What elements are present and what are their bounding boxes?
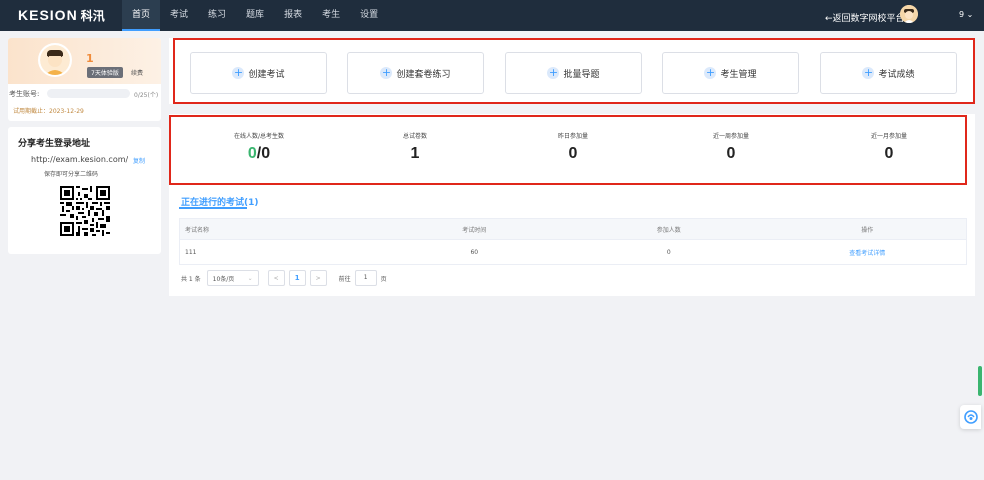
- next-page-button[interactable]: >: [309, 270, 327, 286]
- stat-month-label: 近一月参加量: [870, 133, 907, 140]
- kesion-logo[interactable]: KESION 科汛: [18, 7, 105, 24]
- prev-page-button[interactable]: <: [267, 270, 285, 286]
- qr-code[interactable]: [60, 186, 110, 236]
- plus-icon: +: [380, 66, 393, 79]
- trial-badge: 7天体验版: [87, 67, 123, 78]
- profile-username: 1: [86, 52, 94, 65]
- user-avatar[interactable]: [900, 5, 918, 23]
- stat-yesterday-label: 昨日参加量: [557, 133, 588, 140]
- stat-total-exams: 总试卷数 1: [345, 131, 485, 163]
- stat-online-label: 在线人数/总考生数: [233, 133, 285, 140]
- plus-icon: +: [862, 66, 875, 79]
- share-card: 分享考生登录地址 http://exam.kesion.com/c 复制 保存即…: [8, 127, 161, 254]
- view-exam-details-link[interactable]: 查看考试详情: [769, 248, 967, 257]
- table-header: 考试名称 考试时间 参加人数 操作: [180, 219, 966, 240]
- stat-total-exams-value: 1: [410, 145, 420, 162]
- chevron-right-icon: >: [315, 274, 321, 282]
- trial-expire-date: 试用期截止：2023-12-29: [13, 108, 84, 115]
- stat-online: 在线人数/总考生数 0/0: [189, 131, 329, 163]
- stat-total-exams-label: 总试卷数: [402, 133, 427, 140]
- create-paper-practice-button[interactable]: + 创建套卷练习: [347, 52, 484, 94]
- share-title: 分享考生登录地址: [18, 139, 91, 149]
- renew-link[interactable]: 续费: [131, 68, 143, 77]
- create-exam-button[interactable]: + 创建考试: [190, 52, 327, 94]
- create-exam-label: 创建考试: [248, 69, 285, 80]
- profile-avatar: [38, 43, 72, 77]
- exam-scores-button[interactable]: + 考试成绩: [820, 52, 957, 94]
- profile-banner: [8, 38, 161, 84]
- nav-candidates[interactable]: 考生: [312, 0, 350, 31]
- share-hint: 保存即可分享二维码: [44, 171, 99, 178]
- exam-scores-label: 考试成绩: [878, 69, 915, 80]
- table-row: 111 60 0 查看考试详情: [180, 240, 966, 264]
- cell-exam-name: 111: [185, 248, 197, 256]
- cell-exam-time: 60: [470, 248, 479, 256]
- col-actions: 操作: [861, 226, 874, 234]
- customer-service-button[interactable]: [960, 405, 981, 429]
- user-menu[interactable]: 9 ⌄: [959, 10, 973, 19]
- chevron-down-icon: ⌄: [247, 274, 253, 282]
- nav-settings[interactable]: 设置: [350, 0, 388, 31]
- nav-reports[interactable]: 报表: [274, 0, 312, 31]
- main-nav: 首页 考试 练习 题库 报表 考生 设置: [122, 0, 388, 31]
- candidate-management-label: 考生管理: [720, 69, 757, 80]
- tab-active-indicator: [179, 207, 247, 209]
- page-size-value: 10条/页: [212, 275, 235, 283]
- share-url: http://exam.kesion.com/c: [31, 155, 128, 164]
- plus-icon: +: [704, 66, 717, 79]
- stat-week-label: 近一周参加量: [712, 133, 749, 140]
- copy-url-button[interactable]: 复制: [133, 156, 145, 165]
- side-scroll-indicator[interactable]: [978, 366, 982, 396]
- batch-import-label: 批量导题: [563, 69, 600, 80]
- nav-question-bank[interactable]: 题库: [236, 0, 274, 31]
- goto-page-input[interactable]: 1: [354, 270, 377, 286]
- pagination: 共 1 条 10条/页 ⌄ < 1 > 前往 1 页: [181, 270, 387, 286]
- col-participants: 参加人数: [656, 226, 681, 234]
- page-size-select[interactable]: 10条/页 ⌄: [206, 270, 259, 286]
- nav-exam[interactable]: 考试: [160, 0, 198, 31]
- nav-practice[interactable]: 练习: [198, 0, 236, 31]
- total-count: 共 1 条: [181, 275, 201, 283]
- page-number-current[interactable]: 1: [288, 270, 306, 286]
- goto-label: 前往: [338, 275, 351, 283]
- stat-week: 近一周参加量 0: [661, 131, 801, 163]
- stat-week-value: 0: [726, 145, 736, 162]
- top-navbar: KESION 科汛 首页 考试 练习 题库 报表 考生 设置 ←返回数字网校平台 …: [0, 0, 984, 31]
- goto-unit: 页: [380, 275, 387, 283]
- nav-home[interactable]: 首页: [122, 0, 161, 31]
- running-exams-table: 考试名称 考试时间 参加人数 操作 111 60 0 查看考试详情: [179, 218, 967, 265]
- cell-participants: 0: [666, 248, 671, 256]
- stat-online-value: 0/0: [247, 145, 271, 162]
- stat-month-value: 0: [884, 145, 894, 162]
- col-exam-name: 考试名称: [185, 226, 210, 234]
- candidate-management-button[interactable]: + 考生管理: [662, 52, 799, 94]
- account-label: 考生账号:: [9, 90, 40, 98]
- create-paper-practice-label: 创建套卷练习: [396, 69, 451, 80]
- plus-icon: +: [232, 66, 245, 79]
- batch-import-button[interactable]: + 批量导题: [505, 52, 642, 94]
- customer-service-icon: [963, 410, 978, 424]
- account-count: 0/25(个): [134, 92, 159, 99]
- stat-yesterday: 昨日参加量 0: [503, 131, 643, 163]
- back-to-platform-link[interactable]: ←返回数字网校平台: [825, 11, 905, 24]
- stat-month: 近一月参加量 0: [819, 131, 959, 163]
- account-progress-bar: [47, 89, 130, 98]
- chevron-left-icon: <: [273, 274, 279, 282]
- plus-icon: +: [547, 66, 560, 79]
- col-exam-time: 考试时间: [462, 226, 487, 234]
- stat-yesterday-value: 0: [568, 145, 578, 162]
